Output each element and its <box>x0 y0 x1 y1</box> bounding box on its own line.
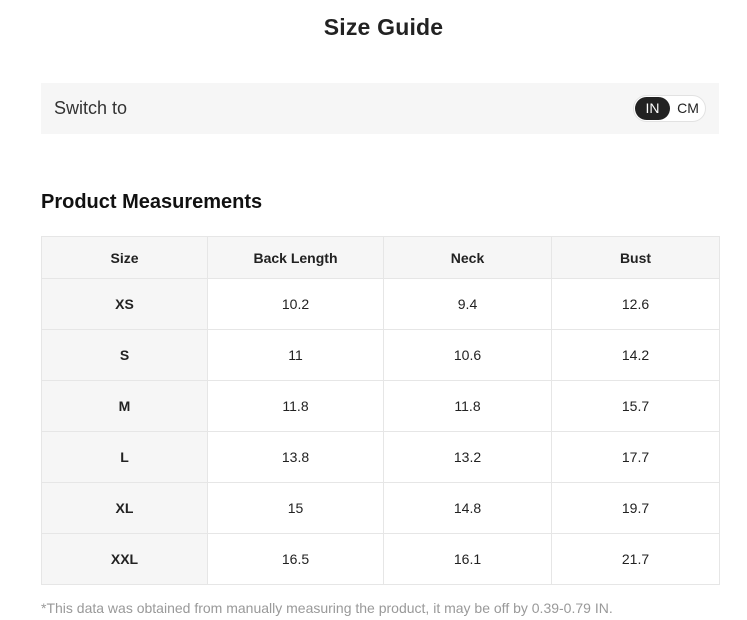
back-length-cell: 16.5 <box>207 533 384 585</box>
header-neck: Neck <box>383 236 552 279</box>
bust-cell: 12.6 <box>551 278 720 330</box>
unit-switch-bar: Switch to IN CM <box>41 83 719 134</box>
bust-cell: 14.2 <box>551 329 720 381</box>
size-cell: XS <box>41 278 208 330</box>
table-row: XXL 16.5 16.1 21.7 <box>41 533 720 585</box>
size-cell: XL <box>41 482 208 534</box>
measurement-footnote: *This data was obtained from manually me… <box>41 600 613 616</box>
table-row: XL 15 14.8 19.7 <box>41 482 720 534</box>
bust-cell: 19.7 <box>551 482 720 534</box>
switch-label: Switch to <box>54 98 128 118</box>
back-length-cell: 11 <box>207 329 384 381</box>
header-size: Size <box>41 236 208 279</box>
back-length-cell: 10.2 <box>207 278 384 330</box>
measurements-table: Size Back Length Neck Bust XS 10.2 9.4 1… <box>41 236 720 585</box>
unit-option-in[interactable]: IN <box>635 97 670 120</box>
header-back-length: Back Length <box>207 236 384 279</box>
size-cell: S <box>41 329 208 381</box>
table-row: XS 10.2 9.4 12.6 <box>41 278 720 330</box>
page-title: Size Guide <box>323 14 444 40</box>
table-header-row: Size Back Length Neck Bust <box>41 236 720 279</box>
size-cell: M <box>41 380 208 432</box>
neck-cell: 11.8 <box>383 380 552 432</box>
neck-cell: 14.8 <box>383 482 552 534</box>
neck-cell: 10.6 <box>383 329 552 381</box>
back-length-cell: 15 <box>207 482 384 534</box>
bust-cell: 21.7 <box>551 533 720 585</box>
neck-cell: 13.2 <box>383 431 552 483</box>
unit-toggle[interactable]: IN CM <box>633 95 706 122</box>
table-row: L 13.8 13.2 17.7 <box>41 431 720 483</box>
back-length-cell: 11.8 <box>207 380 384 432</box>
back-length-cell: 13.8 <box>207 431 384 483</box>
size-cell: L <box>41 431 208 483</box>
table-row: S 11 10.6 14.2 <box>41 329 720 381</box>
neck-cell: 16.1 <box>383 533 552 585</box>
section-title: Product Measurements <box>41 191 263 213</box>
neck-cell: 9.4 <box>383 278 552 330</box>
bust-cell: 15.7 <box>551 380 720 432</box>
bust-cell: 17.7 <box>551 431 720 483</box>
unit-option-cm[interactable]: CM <box>672 97 704 120</box>
header-bust: Bust <box>551 236 720 279</box>
size-cell: XXL <box>41 533 208 585</box>
table-row: M 11.8 11.8 15.7 <box>41 380 720 432</box>
